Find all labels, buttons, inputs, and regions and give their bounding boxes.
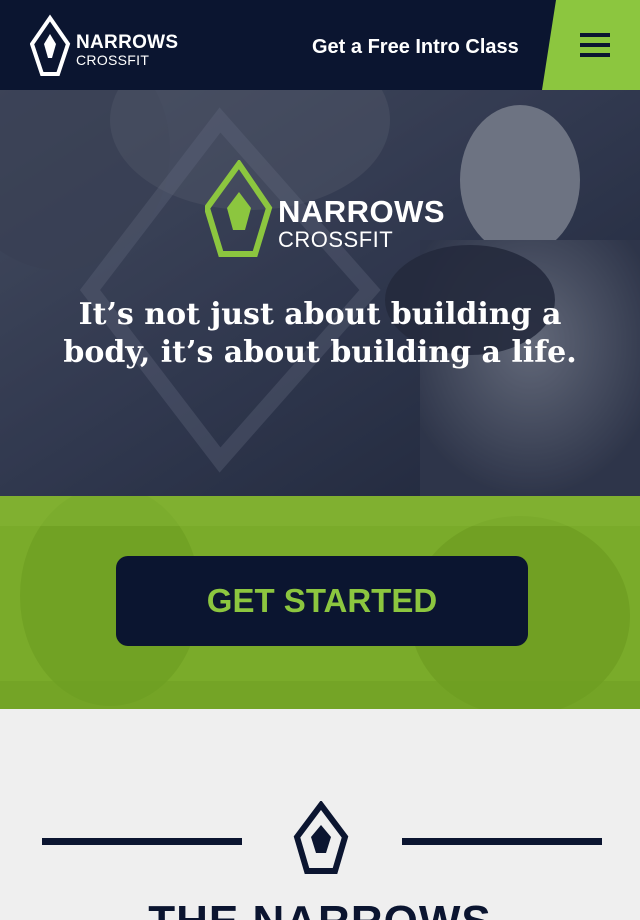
hero-section: NARROWS CROSSFIT It’s not just about bui… <box>0 90 640 496</box>
hero-logo-text-crossfit: CROSSFIT <box>278 227 394 252</box>
cta-band: GET STARTED <box>0 496 640 709</box>
hero-logo-text-narrows: NARROWS <box>278 194 446 229</box>
narrows-emblem-icon <box>293 801 349 874</box>
logo-text-crossfit: CROSSFIT <box>76 52 150 68</box>
logo-text-narrows: NARROWS <box>76 32 179 53</box>
hero-background-image <box>0 90 640 496</box>
free-intro-class-link[interactable]: Get a Free Intro Class <box>312 36 519 59</box>
section-title: THE NARROWS <box>0 897 640 920</box>
get-started-button[interactable]: GET STARTED <box>116 556 528 646</box>
divider-right <box>402 838 602 845</box>
about-section: THE NARROWS <box>0 709 640 920</box>
hero-tagline: It’s not just about building a body, it’… <box>63 297 577 370</box>
site-header: NARROWS CROSSFIT Get a Free Intro Class <box>0 0 640 90</box>
hamburger-menu-icon[interactable] <box>580 33 610 57</box>
divider-left <box>42 838 242 845</box>
